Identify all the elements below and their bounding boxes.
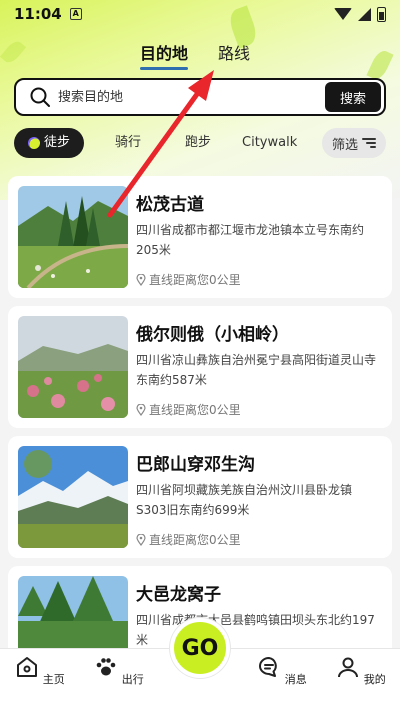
- place-distance: 直线距离您0公里: [136, 531, 241, 548]
- message-icon: [259, 657, 278, 677]
- place-distance: 直线距离您0公里: [136, 271, 241, 288]
- location-pin-icon: [136, 403, 146, 416]
- top-tabs: 目的地 路线: [0, 40, 400, 70]
- nav-messages[interactable]: 消息: [252, 655, 312, 687]
- chip-running[interactable]: 跑步: [185, 128, 211, 158]
- search-input[interactable]: [58, 80, 325, 114]
- hiking-icon: [28, 137, 40, 149]
- place-card[interactable]: 巴郎山穿邓生沟 四川省阿坝藏族羌族自治州汶川县卧龙镇S303旧东南约699米 直…: [8, 436, 392, 558]
- paw-icon: [96, 658, 116, 676]
- status-time: 11:04: [14, 5, 62, 23]
- place-thumbnail: [18, 186, 128, 288]
- nav-mine-label: 我的: [363, 673, 386, 686]
- battery-icon: [377, 6, 386, 22]
- place-title: 松茂古道: [136, 195, 204, 215]
- place-address: 四川省凉山彝族自治州冕宁县高阳街道灵山寺东南约587米: [136, 353, 377, 387]
- nav-home[interactable]: 主页: [10, 655, 70, 687]
- nav-messages-label: 消息: [284, 673, 307, 686]
- chip-hiking[interactable]: 徒步: [14, 128, 85, 158]
- search-icon: [22, 79, 58, 115]
- nav-travel[interactable]: 出行: [89, 655, 149, 687]
- place-title: 俄尔则俄（小相岭）: [136, 325, 289, 345]
- nav-mine[interactable]: 我的: [331, 655, 391, 687]
- filter-icon: [362, 138, 376, 148]
- go-button[interactable]: GO: [170, 618, 230, 678]
- place-address: 四川省成都市都江堰市龙池镇本立号东南约205米: [136, 223, 365, 257]
- place-distance: 直线距离您0公里: [136, 401, 241, 418]
- user-icon: [338, 657, 359, 678]
- chip-cycling[interactable]: 骑行: [115, 128, 141, 158]
- home-icon: [17, 657, 38, 677]
- chip-citywalk[interactable]: Citywalk: [242, 128, 297, 158]
- place-title: 大邑龙窝子: [136, 585, 221, 605]
- place-address: 四川省阿坝藏族羌族自治州汶川县卧龙镇S303旧东南约699米: [136, 483, 353, 517]
- location-pin-icon: [136, 533, 146, 546]
- nav-home-label: 主页: [42, 673, 65, 686]
- status-bar: 11:04 A: [0, 0, 400, 28]
- distance-text: 直线距离您0公里: [149, 273, 241, 287]
- place-card[interactable]: 俄尔则俄（小相岭） 四川省凉山彝族自治州冕宁县高阳街道灵山寺东南约587米 直线…: [8, 306, 392, 428]
- search-button[interactable]: 搜索: [325, 82, 381, 112]
- filter-button[interactable]: 筛选: [321, 128, 386, 158]
- distance-text: 直线距离您0公里: [149, 533, 241, 547]
- nav-travel-label: 出行: [121, 673, 144, 686]
- search-bar: 搜索: [14, 78, 386, 116]
- tab-destination[interactable]: 目的地: [140, 40, 189, 70]
- place-title: 巴郎山穿邓生沟: [136, 455, 255, 475]
- notification-a-icon: A: [69, 8, 82, 20]
- wifi-icon: [334, 8, 352, 20]
- chip-label: 徒步: [44, 135, 71, 150]
- filter-label: 筛选: [331, 137, 358, 153]
- place-thumbnail: [18, 316, 128, 418]
- signal-icon: [358, 7, 371, 21]
- place-card[interactable]: 松茂古道 四川省成都市都江堰市龙池镇本立号东南约205米 直线距离您0公里: [8, 176, 392, 298]
- distance-text: 直线距离您0公里: [149, 403, 241, 417]
- location-pin-icon: [136, 273, 146, 286]
- place-thumbnail: [18, 446, 128, 548]
- tab-route[interactable]: 路线: [218, 40, 250, 64]
